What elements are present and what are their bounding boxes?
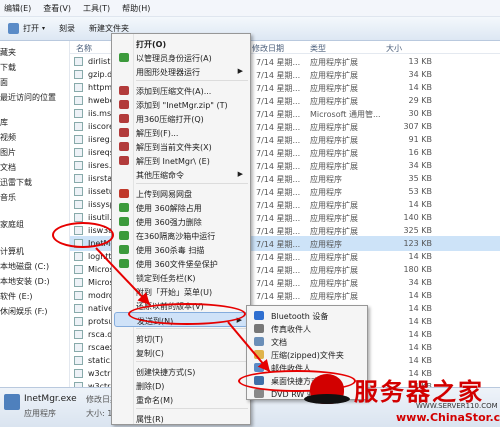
annotation-arrows	[95, 247, 271, 373]
arrow-to-send-to	[95, 247, 151, 306]
watermark-url: WWW.SERVER110.COM	[416, 402, 498, 410]
watermark-logo: 服务器之家 WWW.SERVER110.COM www.ChinaStor.co…	[298, 370, 500, 427]
watermark-site: www.ChinaStor.com	[396, 411, 500, 424]
arrow-to-desktop-shortcut	[227, 321, 271, 373]
